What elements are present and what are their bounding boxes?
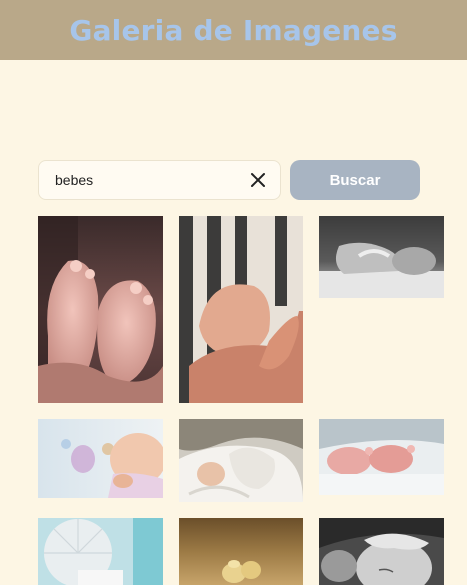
gallery-image-baby-blanket[interactable] <box>179 419 303 502</box>
gallery-image-baby-feet-hands[interactable] <box>38 216 163 403</box>
gallery-image-shoes-sand[interactable] <box>179 518 303 585</box>
search-box <box>38 160 281 200</box>
image-gallery <box>0 0 467 585</box>
search-input[interactable] <box>55 161 245 199</box>
gallery-image-baby-profile[interactable] <box>38 419 163 498</box>
gallery-image-white-item-blue[interactable] <box>38 518 163 585</box>
app-header: Galeria de Imagenes <box>0 0 467 60</box>
search-button[interactable]: Buscar <box>290 160 420 200</box>
clear-icon[interactable] <box>248 170 268 190</box>
page-title: Galeria de Imagenes <box>69 13 398 47</box>
gallery-image-sleeping-baby-bw[interactable] <box>319 518 444 585</box>
gallery-image-baby-hand-finger[interactable] <box>179 216 303 403</box>
gallery-image-baby-feet-bed[interactable] <box>319 419 444 495</box>
gallery-image-baby-bed-bw[interactable] <box>319 216 444 298</box>
